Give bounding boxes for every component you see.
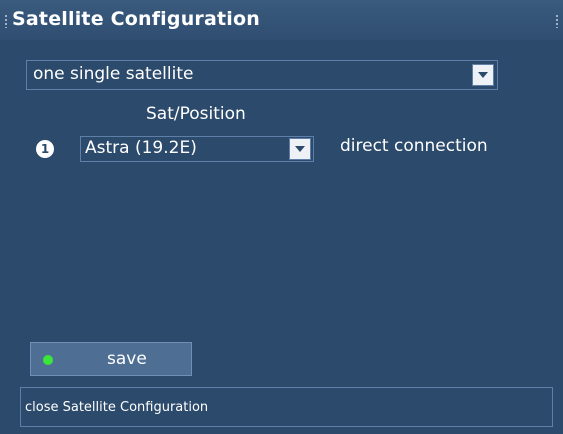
status-bar-text: close Satellite Configuration bbox=[25, 400, 209, 415]
sat-position-header: Sat/Position bbox=[146, 104, 246, 124]
satellite-config-window: Satellite Configuration one single satel… bbox=[0, 0, 563, 434]
grip-handle-right bbox=[555, 14, 559, 28]
satellite-mode-value: one single satellite bbox=[33, 64, 194, 84]
slot-number-badge: 1 bbox=[36, 140, 54, 158]
chevron-down-icon[interactable] bbox=[472, 64, 494, 86]
config-panel: one single satellite Sat/Position 1 Astr… bbox=[0, 40, 563, 434]
satellite-position-select[interactable]: Astra (19.2E) bbox=[80, 136, 314, 162]
green-led-icon bbox=[43, 355, 53, 365]
save-button[interactable]: save bbox=[30, 342, 192, 376]
grip-handle-left bbox=[4, 14, 8, 28]
window-title: Satellite Configuration bbox=[12, 8, 260, 30]
chevron-down-icon[interactable] bbox=[289, 138, 311, 160]
satellite-mode-select[interactable]: one single satellite bbox=[26, 60, 498, 90]
satellite-position-value: Astra (19.2E) bbox=[85, 138, 197, 158]
save-button-label: save bbox=[107, 349, 147, 369]
connection-type-label: direct connection bbox=[340, 136, 488, 156]
title-bar: Satellite Configuration bbox=[0, 0, 563, 40]
status-bar: close Satellite Configuration bbox=[20, 387, 553, 427]
